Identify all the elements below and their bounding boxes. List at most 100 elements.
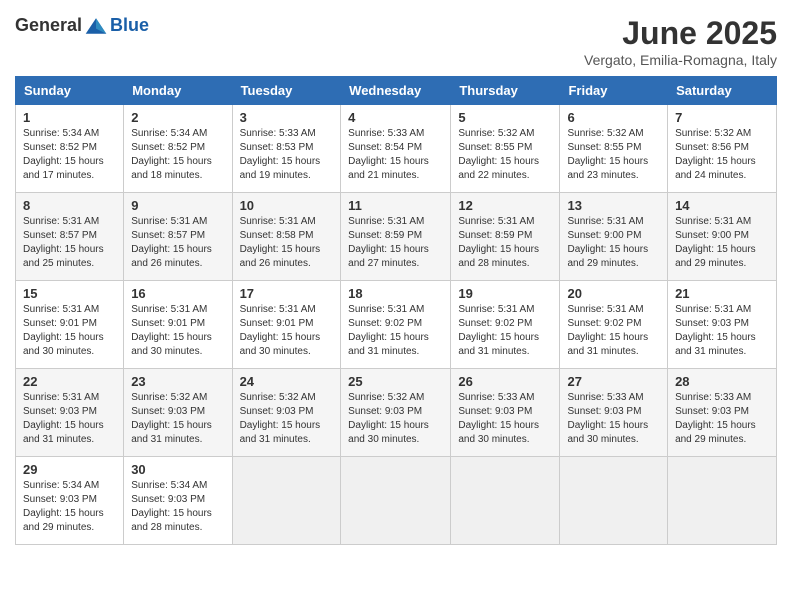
day-number: 4 <box>348 110 443 125</box>
calendar-cell <box>341 457 451 545</box>
day-info: Sunrise: 5:34 AM Sunset: 8:52 PM Dayligh… <box>23 127 116 183</box>
logo-icon <box>84 16 108 36</box>
day-info: Sunrise: 5:32 AM Sunset: 8:55 PM Dayligh… <box>567 127 660 183</box>
day-number: 28 <box>675 374 769 389</box>
day-info: Sunrise: 5:31 AM Sunset: 9:02 PM Dayligh… <box>567 303 660 359</box>
calendar-cell: 10 Sunrise: 5:31 AM Sunset: 8:58 PM Dayli… <box>232 193 341 281</box>
day-info: Sunrise: 5:31 AM Sunset: 9:01 PM Dayligh… <box>240 303 334 359</box>
weekday-header-tuesday: Tuesday <box>232 77 341 105</box>
day-number: 7 <box>675 110 769 125</box>
calendar-cell: 16Sunrise: 5:31 AM Sunset: 9:01 PM Dayli… <box>124 281 232 369</box>
day-number: 25 <box>348 374 443 389</box>
weekday-header-row: SundayMondayTuesdayWednesdayThursdayFrid… <box>16 77 777 105</box>
day-number: 24 <box>240 374 334 389</box>
weekday-header-wednesday: Wednesday <box>341 77 451 105</box>
weekday-header-thursday: Thursday <box>451 77 560 105</box>
day-number: 21 <box>675 286 769 301</box>
day-info: Sunrise: 5:32 AM Sunset: 9:03 PM Dayligh… <box>240 391 334 447</box>
calendar-cell: 9 Sunrise: 5:31 AM Sunset: 8:57 PM Daylig… <box>124 193 232 281</box>
logo: General Blue <box>15 15 149 36</box>
day-number: 26 <box>458 374 552 389</box>
day-number: 18 <box>348 286 443 301</box>
weekday-header-monday: Monday <box>124 77 232 105</box>
calendar-cell: 4Sunrise: 5:33 AM Sunset: 8:54 PM Daylig… <box>341 105 451 193</box>
day-number: 3 <box>240 110 334 125</box>
day-number: 6 <box>567 110 660 125</box>
day-info: Sunrise: 5:31 AM Sunset: 9:03 PM Dayligh… <box>23 391 116 447</box>
day-info: Sunrise: 5:31 AM Sunset: 8:58 PM Dayligh… <box>240 215 334 271</box>
day-info: Sunrise: 5:32 AM Sunset: 8:56 PM Dayligh… <box>675 127 769 183</box>
day-info: Sunrise: 5:33 AM Sunset: 9:03 PM Dayligh… <box>567 391 660 447</box>
day-info: Sunrise: 5:34 AM Sunset: 9:03 PM Dayligh… <box>23 479 116 535</box>
calendar-cell: 18Sunrise: 5:31 AM Sunset: 9:02 PM Dayli… <box>341 281 451 369</box>
day-number: 22 <box>23 374 116 389</box>
day-info: Sunrise: 5:33 AM Sunset: 9:03 PM Dayligh… <box>458 391 552 447</box>
calendar-cell: 6 Sunrise: 5:32 AM Sunset: 8:55 PM Daylig… <box>560 105 668 193</box>
day-info: Sunrise: 5:34 AM Sunset: 9:03 PM Dayligh… <box>131 479 224 535</box>
week-row-2: 8 Sunrise: 5:31 AM Sunset: 8:57 PM Daylig… <box>16 193 777 281</box>
day-info: Sunrise: 5:32 AM Sunset: 9:03 PM Dayligh… <box>131 391 224 447</box>
day-number: 11 <box>348 198 443 213</box>
day-number: 10 <box>240 198 334 213</box>
weekday-header-saturday: Saturday <box>668 77 777 105</box>
day-number: 29 <box>23 462 116 477</box>
calendar-cell <box>668 457 777 545</box>
calendar-cell: 27 Sunrise: 5:33 AM Sunset: 9:03 PM Dayli… <box>560 369 668 457</box>
calendar-cell: 25Sunrise: 5:32 AM Sunset: 9:03 PM Dayli… <box>341 369 451 457</box>
calendar-cell: 8 Sunrise: 5:31 AM Sunset: 8:57 PM Daylig… <box>16 193 124 281</box>
day-number: 1 <box>23 110 116 125</box>
calendar-cell <box>560 457 668 545</box>
header: General Blue June 2025 Vergato, Emilia-R… <box>15 15 777 68</box>
week-row-3: 15Sunrise: 5:31 AM Sunset: 9:01 PM Dayli… <box>16 281 777 369</box>
week-row-4: 22 Sunrise: 5:31 AM Sunset: 9:03 PM Dayli… <box>16 369 777 457</box>
day-info: Sunrise: 5:31 AM Sunset: 9:03 PM Dayligh… <box>675 303 769 359</box>
calendar-cell: 17 Sunrise: 5:31 AM Sunset: 9:01 PM Dayli… <box>232 281 341 369</box>
calendar-cell: 12 Sunrise: 5:31 AM Sunset: 8:59 PM Dayli… <box>451 193 560 281</box>
calendar: SundayMondayTuesdayWednesdayThursdayFrid… <box>15 76 777 545</box>
calendar-cell: 7 Sunrise: 5:32 AM Sunset: 8:56 PM Daylig… <box>668 105 777 193</box>
calendar-cell: 5Sunrise: 5:32 AM Sunset: 8:55 PM Daylig… <box>451 105 560 193</box>
day-number: 30 <box>131 462 224 477</box>
day-number: 23 <box>131 374 224 389</box>
calendar-cell: 11Sunrise: 5:31 AM Sunset: 8:59 PM Dayli… <box>341 193 451 281</box>
calendar-cell: 3 Sunrise: 5:33 AM Sunset: 8:53 PM Daylig… <box>232 105 341 193</box>
day-info: Sunrise: 5:33 AM Sunset: 8:53 PM Dayligh… <box>240 127 334 183</box>
day-info: Sunrise: 5:32 AM Sunset: 8:55 PM Dayligh… <box>458 127 552 183</box>
day-info: Sunrise: 5:31 AM Sunset: 9:02 PM Dayligh… <box>458 303 552 359</box>
logo-text-blue: Blue <box>110 15 149 36</box>
day-info: Sunrise: 5:31 AM Sunset: 8:57 PM Dayligh… <box>131 215 224 271</box>
calendar-cell: 24 Sunrise: 5:32 AM Sunset: 9:03 PM Dayli… <box>232 369 341 457</box>
day-info: Sunrise: 5:31 AM Sunset: 8:59 PM Dayligh… <box>458 215 552 271</box>
weekday-header-friday: Friday <box>560 77 668 105</box>
calendar-cell: 13Sunrise: 5:31 AM Sunset: 9:00 PM Dayli… <box>560 193 668 281</box>
calendar-cell <box>232 457 341 545</box>
calendar-cell: 26 Sunrise: 5:33 AM Sunset: 9:03 PM Dayli… <box>451 369 560 457</box>
location-title: Vergato, Emilia-Romagna, Italy <box>584 52 777 68</box>
calendar-cell: 22 Sunrise: 5:31 AM Sunset: 9:03 PM Dayli… <box>16 369 124 457</box>
day-number: 16 <box>131 286 224 301</box>
day-number: 14 <box>675 198 769 213</box>
day-number: 12 <box>458 198 552 213</box>
title-area: June 2025 Vergato, Emilia-Romagna, Italy <box>584 15 777 68</box>
calendar-cell: 30 Sunrise: 5:34 AM Sunset: 9:03 PM Dayli… <box>124 457 232 545</box>
day-number: 17 <box>240 286 334 301</box>
day-info: Sunrise: 5:31 AM Sunset: 9:00 PM Dayligh… <box>675 215 769 271</box>
calendar-cell: 20 Sunrise: 5:31 AM Sunset: 9:02 PM Dayli… <box>560 281 668 369</box>
month-title: June 2025 <box>584 15 777 52</box>
day-info: Sunrise: 5:31 AM Sunset: 9:01 PM Dayligh… <box>23 303 116 359</box>
day-number: 27 <box>567 374 660 389</box>
calendar-cell: 21 Sunrise: 5:31 AM Sunset: 9:03 PM Dayli… <box>668 281 777 369</box>
week-row-1: 1 Sunrise: 5:34 AM Sunset: 8:52 PM Daylig… <box>16 105 777 193</box>
day-number: 8 <box>23 198 116 213</box>
day-number: 2 <box>131 110 224 125</box>
day-number: 9 <box>131 198 224 213</box>
day-number: 20 <box>567 286 660 301</box>
day-info: Sunrise: 5:31 AM Sunset: 8:57 PM Dayligh… <box>23 215 116 271</box>
logo-text-general: General <box>15 15 82 36</box>
calendar-cell: 14 Sunrise: 5:31 AM Sunset: 9:00 PM Dayli… <box>668 193 777 281</box>
weekday-header-sunday: Sunday <box>16 77 124 105</box>
calendar-cell: 2Sunrise: 5:34 AM Sunset: 8:52 PM Daylig… <box>124 105 232 193</box>
day-info: Sunrise: 5:33 AM Sunset: 9:03 PM Dayligh… <box>675 391 769 447</box>
calendar-cell: 19Sunrise: 5:31 AM Sunset: 9:02 PM Dayli… <box>451 281 560 369</box>
day-number: 13 <box>567 198 660 213</box>
